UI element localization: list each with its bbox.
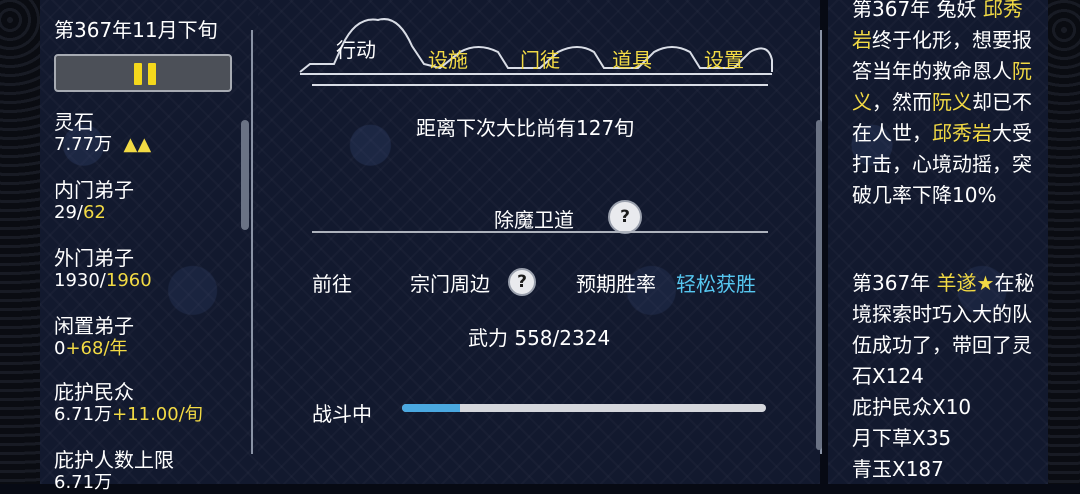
competition-countdown: 距离下次大比尚有127旬 [416,116,635,140]
tab-facilities[interactable]: 设施 [416,44,480,73]
stat-value: 6.71万 [54,472,113,493]
log-text: 第367年 [852,271,931,295]
character-name[interactable]: 阮义 [932,90,972,114]
mission-title: 除魔卫道 [494,208,574,232]
right-scrollbar[interactable] [816,120,822,450]
pause-icon-bar [148,63,156,85]
log-text: 庇护民众X10 [852,395,972,419]
stat-max: 62 [82,202,106,223]
character-name[interactable]: 羊遂 [937,271,977,295]
stat-protection-limit: 庇护人数上限 6.71万 [54,448,174,494]
log-text: 青玉X187 [852,457,944,481]
stat-max: 1960 [105,270,152,291]
stat-idle-disciples: 闲置弟子 0+68/年 [54,314,134,360]
stat-label: 灵石 [54,110,94,134]
sect-stats-panel: 第367年11月下旬 灵石 7.77万 ▲▲ 内门弟子 29/62 外门弟子 1… [40,0,258,493]
win-rate-label: 预期胜率 [576,272,656,296]
stat-rate: +68/年 [65,338,128,359]
log-entry: 第367年 兔妖 邱秀岩终于化形，想要报答当年的救命恩人阮义，然而阮义却已不在人… [852,0,1042,211]
rising-arrows-icon: ▲▲ [123,134,152,155]
tab-action[interactable]: 行动 [324,34,388,63]
tab-underline [312,84,768,86]
tab-settings[interactable]: 设置 [692,44,756,73]
action-panel: 行动 设施 门徒 道具 设置 距离下次大比尚有127旬 除魔卫道 ? 前往 宗门… [258,0,820,484]
win-rate-value: 轻松获胜 [676,272,756,296]
right-edge-decoration [1048,0,1080,484]
log-text: ，然而 [872,90,932,114]
stat-label: 庇护人数上限 [54,448,174,472]
stat-label: 外门弟子 [54,246,134,270]
stat-protected-people: 庇护民众 6.71万+11.00/旬 [54,380,203,426]
stat-label: 内门弟子 [54,178,134,202]
event-log-panel: 第367年 兔妖 邱秀岩终于化形，想要报答当年的救命恩人阮义，然而阮义却已不在人… [828,0,1048,484]
location-help-icon[interactable]: ? [508,268,536,296]
stat-value: 7.77万 [54,134,113,155]
stat-inner-disciples: 内门弟子 29/62 [54,178,134,224]
stat-label: 闲置弟子 [54,314,134,338]
battle-progress-bar [402,404,766,412]
log-text: 终于化形，想要报答当年的救命恩人 [852,28,1032,83]
stat-outer-disciples: 外门弟子 1930/1960 [54,246,152,292]
log-text: 第367年 兔妖 [852,0,977,21]
character-name[interactable]: 邱秀岩 [932,121,992,145]
left-scrollbar[interactable] [241,120,249,230]
star-icon: ★ [976,271,995,295]
pause-button[interactable] [54,54,232,92]
combat-power: 武力 558/2324 [468,326,611,350]
stat-spirit-stone: 灵石 7.77万 ▲▲ [54,110,151,156]
left-divider [251,30,253,454]
log-text: 月下草X35 [852,426,952,450]
stat-value: 29/ [54,202,83,223]
mission-divider [312,231,768,233]
left-edge-decoration [0,0,40,484]
mission-help-icon[interactable]: ? [608,200,642,234]
destination-location[interactable]: 宗门周边 [410,268,490,297]
stat-value: 0 [54,338,66,359]
battle-status-label: 战斗中 [312,402,372,426]
current-date: 第367年11月下旬 [54,18,218,42]
battle-progress-fill [402,404,461,412]
pause-icon [134,63,142,85]
tab-disciples[interactable]: 门徒 [508,44,572,73]
go-label: 前往 [312,272,352,296]
stat-value: 6.71万 [54,404,113,425]
tab-items[interactable]: 道具 [600,44,664,73]
stat-value: 1930/ [54,270,106,291]
log-entry: 第367年 羊遂★在秘境探索时巧入大的队伍成功了，带回了灵石X124 庇护民众X… [852,268,1042,485]
stat-label: 庇护民众 [54,380,134,404]
stat-rate: +11.00/旬 [112,404,203,425]
